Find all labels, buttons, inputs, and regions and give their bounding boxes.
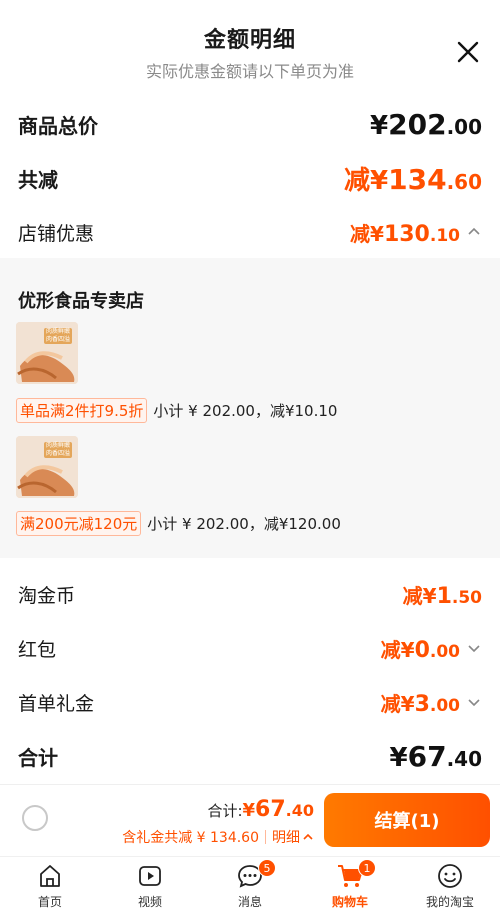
tab-messages[interactable]: 5 消息 (200, 857, 300, 914)
checkout-reduce-line: 含礼金共减 ¥ 134.60 明细 (122, 827, 314, 847)
chevron-down-icon (468, 645, 480, 653)
store-name: 优形食品专卖店 (18, 291, 144, 312)
hongbao-label: 红包 (18, 638, 57, 661)
total-reduce-row: 共减 减¥134.60 (18, 158, 482, 198)
page-title: 金额明细 (203, 28, 296, 53)
promo-subtotal-text: 小计 ¥ 202.00，减¥10.10 (153, 402, 338, 420)
chevron-up-icon (468, 227, 480, 235)
hongbao-row[interactable]: 红包 减¥0.00 (18, 628, 482, 668)
store-discount-value: 减¥130.10 (350, 221, 460, 247)
tab-label: 购物车 (331, 895, 368, 909)
total-reduce-value: 减¥134.60 (344, 162, 482, 196)
first-gift-value: 减¥3.00 (380, 691, 460, 717)
bottom-tab-bar: 首页 视频 5 消息 1 购物车 我的淘宝 (0, 856, 500, 914)
tab-profile[interactable]: 我的淘宝 (400, 857, 500, 914)
message-badge: 5 (258, 859, 276, 877)
thumbnail-tag: 肉质鲜嫩 肉香四溢 (44, 328, 72, 344)
tab-label: 视频 (137, 895, 162, 909)
total-price-value: ¥202.00 (370, 107, 482, 141)
taojinbi-value: 减¥1.50 (402, 583, 482, 609)
sum-label: 合计 (18, 745, 58, 770)
checkout-total-value: ¥67.40 (242, 797, 315, 822)
home-icon (40, 865, 60, 887)
chevron-down-icon (468, 699, 480, 707)
detail-toggle-label: 明细 (272, 830, 300, 846)
tab-label: 首页 (37, 895, 62, 909)
detail-header: 金额明细 实际优惠金额请以下单页为准 (0, 0, 500, 100)
store-discount-label: 店铺优惠 (18, 222, 95, 245)
tab-label: 消息 (237, 895, 262, 909)
promo-chip: 单品满2件打9.5折 (16, 398, 148, 423)
sum-row: 合计 ¥67.40 (18, 734, 482, 778)
first-gift-row[interactable]: 首单礼金 减¥3.00 (18, 682, 482, 722)
promo-subtotal-text: 小计 ¥ 202.00，减¥120.00 (147, 515, 341, 533)
tab-label: 我的淘宝 (425, 895, 474, 909)
page-subtitle: 实际优惠金额请以下单页为准 (145, 62, 354, 81)
promo-chip: 满200元减120元 (16, 511, 142, 536)
checkout-bar: 合计: ¥67.40 含礼金共减 ¥ 134.60 明细 结算(1) (0, 784, 500, 856)
thumbnail-tag: 肉质鲜嫩 肉香四溢 (44, 442, 72, 458)
store-discount-row[interactable]: 店铺优惠 减¥130.10 (18, 212, 482, 252)
profile-icon (438, 864, 462, 888)
tab-video[interactable]: 视频 (100, 857, 200, 914)
checkout-total-label: 合计: (207, 802, 243, 820)
cart-badge: 1 (358, 859, 376, 877)
total-price-label: 商品总价 (18, 113, 98, 138)
product-thumbnail: 肉质鲜嫩 肉香四溢 (16, 322, 78, 384)
chevron-up-icon (303, 833, 313, 840)
select-all-radio[interactable] (22, 805, 48, 831)
tab-cart[interactable]: 1 购物车 (300, 857, 400, 914)
total-reduce-label: 共减 (18, 167, 58, 192)
tab-home[interactable]: 首页 (0, 857, 100, 914)
checkout-total: 合计: ¥67.40 (207, 797, 314, 822)
close-icon[interactable] (456, 40, 480, 64)
total-price-row: 商品总价 ¥202.00 (18, 104, 482, 144)
detail-toggle-button[interactable]: 明细 (272, 827, 314, 847)
video-icon (139, 866, 161, 886)
taojinbi-row: 淘金币 减¥1.50 (18, 574, 482, 614)
divider (265, 830, 266, 844)
product-thumbnail: 肉质鲜嫩 肉香四溢 (16, 436, 78, 498)
taojinbi-label: 淘金币 (18, 584, 76, 607)
promo-line: 单品满2件打9.5折 小计 ¥ 202.00，减¥10.10 (16, 398, 337, 423)
sum-value: ¥67.40 (389, 739, 483, 773)
checkout-button[interactable]: 结算(1) (324, 793, 490, 847)
promo-line: 满200元减120元 小计 ¥ 202.00，减¥120.00 (16, 511, 341, 536)
hongbao-value: 减¥0.00 (380, 637, 460, 663)
first-gift-label: 首单礼金 (18, 692, 95, 715)
checkout-reduce-text: 含礼金共减 ¥ 134.60 (122, 830, 259, 846)
